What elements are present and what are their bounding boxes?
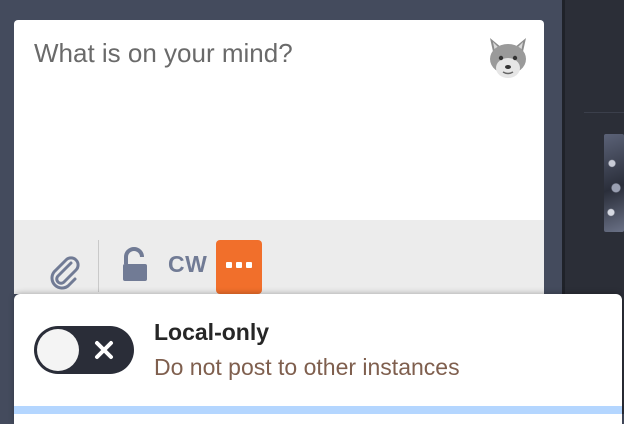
option-description: Do not post to other instances xyxy=(154,354,460,380)
option-title: Local-only xyxy=(154,319,270,345)
content-warning-button[interactable]: CW xyxy=(168,251,207,278)
local-only-toggle[interactable] xyxy=(34,326,134,374)
fox-emoji-icon xyxy=(490,38,526,78)
attach-media-button[interactable] xyxy=(44,250,84,290)
toolbar-divider xyxy=(98,240,99,292)
privacy-button[interactable] xyxy=(118,246,152,286)
avatar-thumbnail[interactable] xyxy=(604,134,624,232)
toggle-knob xyxy=(37,329,79,371)
more-options-button[interactable] xyxy=(216,240,262,294)
timeline-separator xyxy=(584,112,624,113)
compose-card xyxy=(14,20,544,220)
compose-toolbar: CW xyxy=(14,220,544,294)
compose-input[interactable] xyxy=(34,38,474,198)
ellipsis-icon xyxy=(226,262,252,268)
dropdown-highlight-bar xyxy=(14,406,622,414)
emoji-picker-button[interactable] xyxy=(486,34,530,80)
close-icon xyxy=(95,341,113,359)
options-dropdown: Local-only Do not post to other instance… xyxy=(14,294,622,424)
unlock-icon xyxy=(123,247,147,281)
paperclip-icon xyxy=(50,256,80,290)
